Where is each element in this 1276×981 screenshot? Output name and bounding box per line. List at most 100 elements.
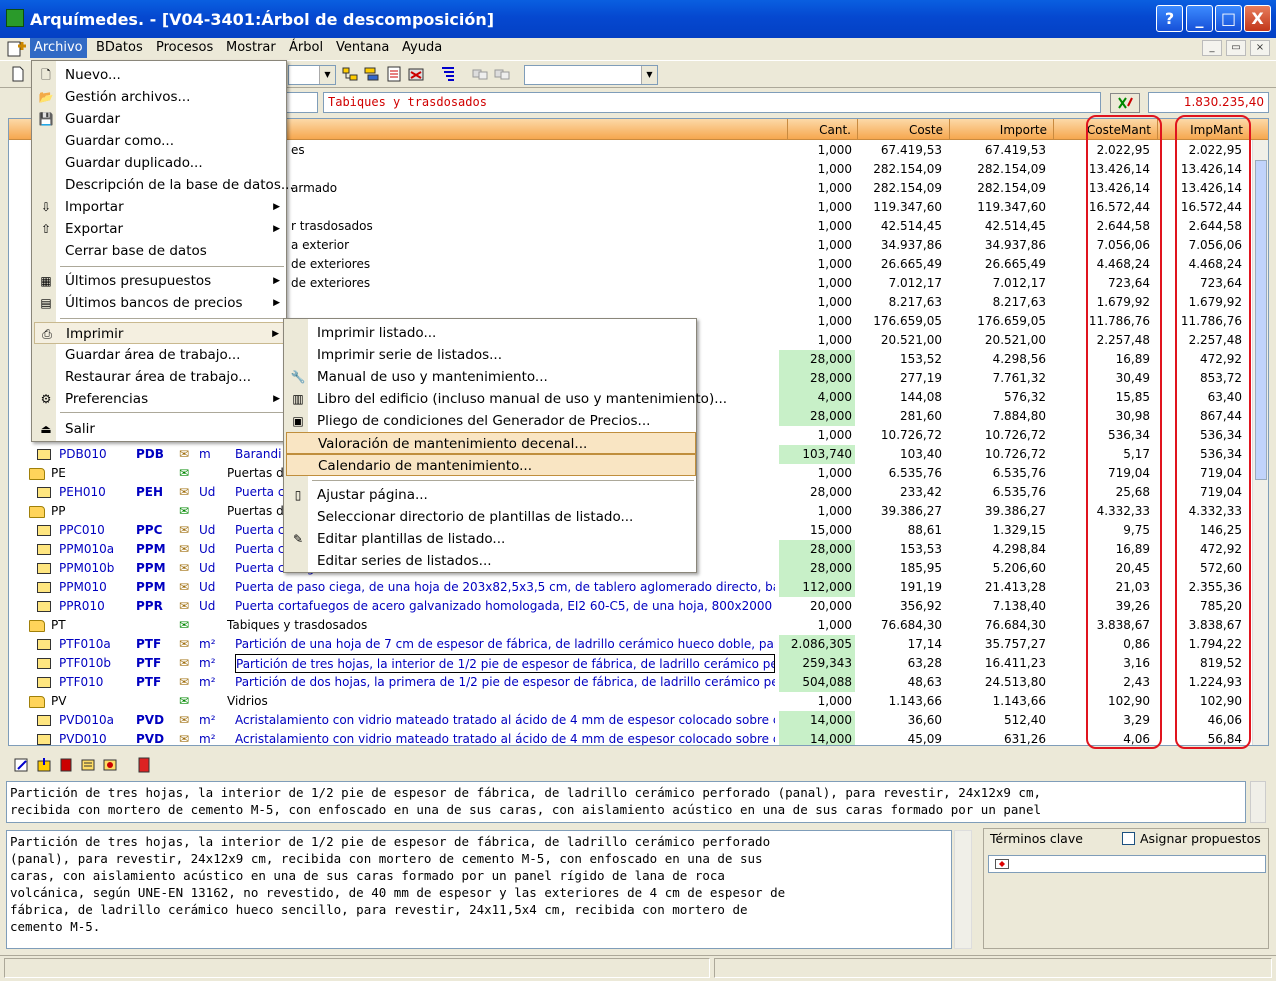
menu-bdatos[interactable]: BDatos bbox=[92, 38, 147, 58]
cell-coste: 103,40 bbox=[900, 447, 942, 461]
tree-expand-icon[interactable] bbox=[342, 66, 358, 82]
cell-coste: 10.726,72 bbox=[880, 428, 942, 442]
row-code: PPM010b bbox=[59, 561, 115, 575]
header-coste[interactable]: Coste bbox=[857, 119, 949, 139]
archivo_menu-item-15[interactable]: ⏏ Salir bbox=[34, 418, 286, 440]
archivo_menu-item-0[interactable]: 🗋 Nuevo... bbox=[34, 64, 286, 86]
maximize-button[interactable]: □ bbox=[1215, 5, 1242, 32]
menu-archivo[interactable]: Archivo bbox=[30, 38, 87, 58]
scroll-icon[interactable] bbox=[80, 757, 96, 773]
imprimir_menu-item-5[interactable]: Valoración de mantenimiento decenal... bbox=[286, 432, 696, 454]
scroll-thumb[interactable] bbox=[1255, 160, 1267, 480]
cell-coste: 67.419,53 bbox=[880, 143, 942, 157]
table-row[interactable]: PVD010a PVD ✉ m² Acristalamiento con vidrio … bbox=[9, 711, 1254, 730]
imprimir_menu-item-7[interactable]: ▯ Ajustar página... bbox=[286, 484, 696, 506]
tree-collapse-icon[interactable] bbox=[364, 66, 380, 82]
table-row[interactable]: PT ✉ Tabiques y trasdosados 1,000 76.684,30 7… bbox=[9, 616, 1254, 635]
assign-checkbox[interactable] bbox=[1122, 832, 1135, 845]
mdi-restore-button[interactable]: ▭ bbox=[1226, 40, 1246, 56]
new-doc-icon: 🗋 bbox=[41, 68, 51, 82]
row-code: PTF010a bbox=[59, 637, 111, 651]
archivo_menu-item-7[interactable]: ⇧ Exportar ▶ bbox=[34, 218, 286, 240]
recalc-icon[interactable] bbox=[1110, 93, 1140, 113]
cell-cant: 28,000 bbox=[779, 350, 855, 369]
table-row[interactable]: PPR010 PPR ✉ Ud Puerta cortafuegos de acero … bbox=[9, 597, 1254, 616]
imprimir_menu-item-10[interactable]: Editar series de listados... bbox=[286, 550, 696, 572]
cell-importe: 1.143,66 bbox=[992, 694, 1046, 708]
status-segment-2 bbox=[714, 958, 1272, 978]
keyword-list[interactable] bbox=[988, 855, 1266, 873]
view-combo[interactable]: ▼ bbox=[524, 65, 658, 85]
imprimir_menu-item-2[interactable]: 🔧 Manual de uso y mantenimiento... bbox=[286, 366, 696, 388]
table-row[interactable]: PPM010 PPM ✉ Ud Puerta de paso ciega, de una… bbox=[9, 578, 1254, 597]
table-row[interactable]: PVD010 PVD ✉ m² Acristalamiento con vidrio m… bbox=[9, 730, 1254, 746]
imprimir_menu-item-1[interactable]: Imprimir serie de listados... bbox=[286, 344, 696, 366]
menu-ventana[interactable]: Ventana bbox=[332, 38, 393, 58]
long-description-scrollbar[interactable] bbox=[954, 830, 972, 949]
help-button[interactable]: ? bbox=[1156, 5, 1183, 32]
header-importe[interactable]: Importe bbox=[949, 119, 1053, 139]
cell-coste: 45,09 bbox=[907, 732, 942, 746]
grid-scrollbar[interactable] bbox=[1252, 140, 1268, 745]
archivo_menu-item-1[interactable]: 📂 Gestión archivos... bbox=[34, 86, 286, 108]
structure-icon[interactable] bbox=[440, 66, 456, 82]
minimize-button[interactable]: _ bbox=[1186, 5, 1213, 32]
copy-icon[interactable] bbox=[472, 66, 488, 82]
book-red-icon[interactable] bbox=[58, 757, 74, 773]
short-description[interactable]: Partición de tres hojas, la interior de … bbox=[6, 781, 1246, 823]
menu-ayuda[interactable]: Ayuda bbox=[398, 38, 446, 58]
cell-coste: 20.521,00 bbox=[880, 333, 942, 347]
close-button[interactable]: X bbox=[1244, 5, 1271, 32]
imprimir_menu-item-9[interactable]: ✎ Editar plantillas de listado... bbox=[286, 528, 696, 550]
menu-mostrar[interactable]: Mostrar bbox=[222, 38, 280, 58]
menu-procesos[interactable]: Procesos bbox=[152, 38, 217, 58]
level-combo[interactable]: ▼ bbox=[288, 65, 336, 85]
new-doc-icon[interactable] bbox=[10, 66, 26, 82]
imprimir_menu-item-8[interactable]: Seleccionar directorio de plantillas de … bbox=[286, 506, 696, 528]
archivo_menu-item-10[interactable]: ▤ Últimos bancos de precios ▶ bbox=[34, 292, 286, 314]
header-cant[interactable]: Cant. bbox=[787, 119, 857, 139]
archivo_menu-item-6[interactable]: ⇩ Importar ▶ bbox=[34, 196, 286, 218]
costemant-highlight bbox=[1086, 115, 1162, 749]
cell-coste: 191,19 bbox=[900, 580, 942, 594]
item-icon bbox=[37, 601, 51, 612]
imprimir_menu-item-4[interactable]: ▣ Pliego de condiciones del Generador de … bbox=[286, 410, 696, 432]
table-row[interactable]: PTF010b PTF ✉ m² Partición de tres hojas, la… bbox=[9, 654, 1254, 673]
imprimir_menu-item-3[interactable]: ▥ Libro del edificio (incluso manual de u… bbox=[286, 388, 727, 410]
library-icon[interactable] bbox=[136, 757, 152, 773]
archivo_menu-item-3[interactable]: Guardar como... bbox=[34, 130, 286, 152]
menu-arbol[interactable]: Árbol bbox=[285, 38, 327, 58]
cell-importe: 21.413,28 bbox=[984, 580, 1046, 594]
imprimir_menu-item-0[interactable]: Imprimir listado... bbox=[286, 322, 696, 344]
table-row[interactable]: PV ✉ Vidrios 1,000 1.143,66 1.143,66 102,90 102… bbox=[9, 692, 1254, 711]
archivo_menu-item-2[interactable]: 💾 Guardar bbox=[34, 108, 286, 130]
import-text-icon[interactable] bbox=[36, 757, 52, 773]
archivo_menu-item-13[interactable]: Restaurar área de trabajo... bbox=[34, 366, 286, 388]
table-row[interactable]: PTF010a PTF ✉ m² Partición de una hoja de 7 … bbox=[9, 635, 1254, 654]
scroll-red-icon[interactable] bbox=[102, 757, 118, 773]
cell-importe: 20.521,00 bbox=[984, 333, 1046, 347]
mdi-minimize-button[interactable]: _ bbox=[1202, 40, 1222, 56]
edit-text-icon[interactable] bbox=[14, 757, 30, 773]
imprimir_menu-item-6[interactable]: Calendario de mantenimiento... bbox=[286, 454, 696, 476]
table-row[interactable]: PTF010 PTF ✉ m² Partición de dos hojas, la p… bbox=[9, 673, 1254, 692]
document-icon[interactable] bbox=[6, 40, 30, 58]
archivo_menu-item-11[interactable]: ⎙ Imprimir ▶ bbox=[34, 322, 286, 344]
description-field[interactable]: Tabiques y trasdosados bbox=[323, 92, 1101, 113]
cell-importe: 1.329,15 bbox=[992, 523, 1046, 537]
report-icon[interactable] bbox=[386, 66, 402, 82]
archivo_menu-item-8[interactable]: Cerrar base de datos bbox=[34, 240, 286, 262]
long-description[interactable]: Partición de tres hojas, la interior de … bbox=[6, 830, 952, 949]
archivo_menu-item-14[interactable]: ⚙ Preferencias ▶ bbox=[34, 388, 286, 410]
menu-item-label: Últimos bancos de precios bbox=[65, 295, 243, 311]
code-field[interactable] bbox=[286, 92, 318, 113]
short-description-scrollbar[interactable] bbox=[1250, 781, 1266, 823]
archivo_menu-item-9[interactable]: ▦ Últimos presupuestos ▶ bbox=[34, 270, 286, 292]
calc-icon[interactable] bbox=[408, 66, 424, 82]
paste-icon[interactable] bbox=[494, 66, 510, 82]
archivo_menu-item-4[interactable]: Guardar duplicado... bbox=[34, 152, 286, 174]
archivo_menu-item-5[interactable]: Descripción de la base de datos... bbox=[34, 174, 294, 196]
mdi-close-button[interactable]: × bbox=[1250, 40, 1270, 56]
archivo_menu-item-12[interactable]: Guardar área de trabajo... bbox=[34, 344, 286, 366]
scroll-icon: ✉ bbox=[179, 504, 190, 518]
